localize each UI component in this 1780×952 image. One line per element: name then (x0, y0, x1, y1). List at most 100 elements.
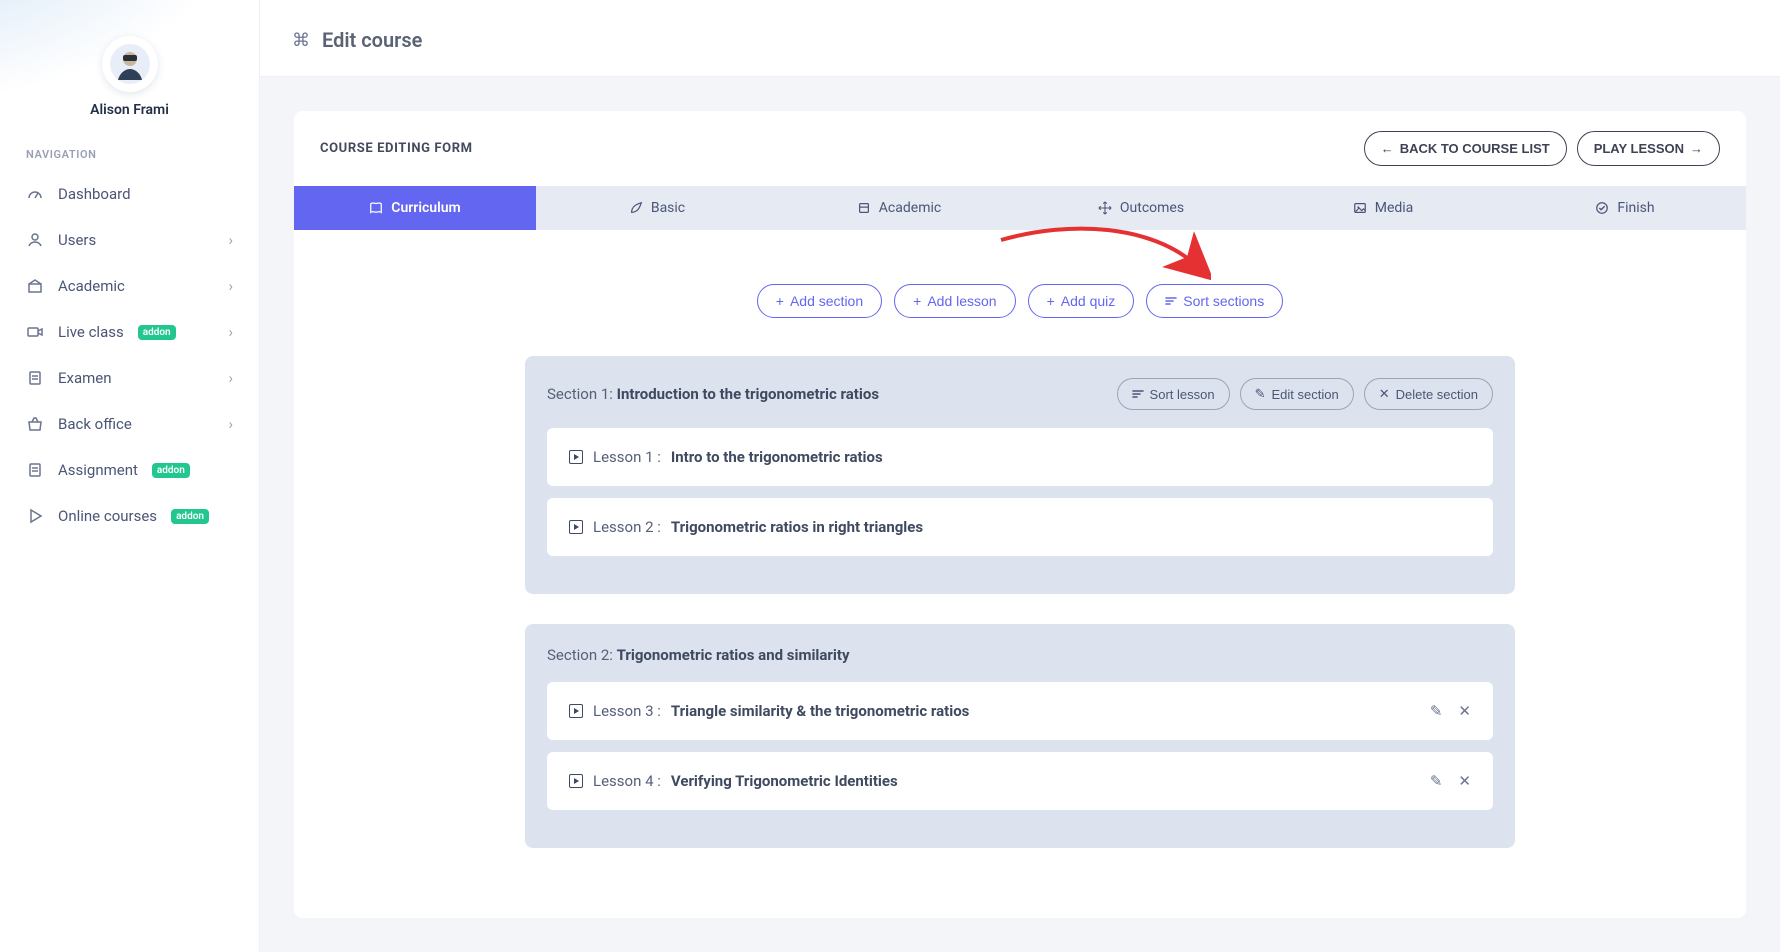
tab-label: Academic (879, 200, 941, 216)
edit-section-button[interactable]: ✎Edit section (1240, 378, 1354, 410)
sidebar-item-examen[interactable]: Examen› (0, 355, 259, 401)
command-icon: ⌘ (292, 30, 310, 51)
sidebar-item-assignment[interactable]: Assignment addon (0, 447, 259, 493)
nav-item-label: Online courses (58, 507, 157, 525)
lesson-prefix: Lesson 4 : (593, 772, 661, 790)
content-panel: + Add section + Add lesson + Add quiz So… (294, 230, 1746, 918)
play-icon (569, 520, 583, 534)
sidebar-item-live-class[interactable]: Live classaddon› (0, 309, 259, 355)
form-title: COURSE EDITING FORM (320, 141, 473, 156)
sidebar-item-dashboard[interactable]: Dashboard (0, 171, 259, 217)
lesson-title: Verifying Trigonometric Identities (671, 772, 898, 790)
tab-label: Curriculum (391, 200, 460, 216)
plus-icon: + (776, 293, 784, 309)
section-card: Section 1: Introduction to the trigonome… (525, 356, 1515, 594)
play-label: PLAY LESSON (1594, 141, 1684, 156)
chevron-right-icon: › (228, 277, 233, 295)
add-lesson-label: Add lesson (927, 293, 996, 309)
nav-item-label: Assignment (58, 461, 138, 479)
user-name: Alison Frami (90, 102, 169, 118)
tab-label: Outcomes (1120, 200, 1184, 216)
section-title: Section 1: Introduction to the trigonome… (547, 385, 879, 403)
lesson-row[interactable]: Lesson 2 : Trigonometric ratios in right… (547, 498, 1493, 556)
add-section-label: Add section (790, 293, 863, 309)
leaf-icon (629, 201, 643, 215)
section-card: Section 2: Trigonometric ratios and simi… (525, 624, 1515, 848)
back-to-course-list-button[interactable]: ← BACK TO COURSE LIST (1364, 131, 1567, 166)
add-quiz-button[interactable]: + Add quiz (1028, 284, 1135, 318)
edit-lesson-icon[interactable]: ✎ (1430, 702, 1443, 720)
arrow-right-icon: → (1690, 141, 1703, 156)
addon-badge: addon (171, 509, 209, 524)
play-icon (569, 774, 583, 788)
edit-lesson-icon[interactable]: ✎ (1430, 772, 1443, 790)
sort-sections-button[interactable]: Sort sections (1146, 284, 1283, 318)
arrow-left-icon: ← (1381, 141, 1394, 156)
lesson-title: Trigonometric ratios in right triangles (671, 518, 923, 536)
section-title: Section 2: Trigonometric ratios and simi… (547, 646, 850, 664)
play-icon (569, 704, 583, 718)
sort-icon (1165, 295, 1177, 307)
add-quiz-label: Add quiz (1061, 293, 1115, 309)
delete-lesson-icon[interactable]: ✕ (1458, 772, 1471, 790)
image-icon (1353, 201, 1367, 215)
sidebar-item-online-courses[interactable]: Online courses addon (0, 493, 259, 539)
addon-badge: addon (152, 463, 190, 478)
main: ⌘ Edit course COURSE EDITING FORM ← BACK… (260, 0, 1780, 952)
add-section-button[interactable]: + Add section (757, 284, 882, 318)
basket-icon (26, 416, 44, 432)
nav-section-label: NAVIGATION (0, 130, 259, 171)
lesson-row[interactable]: Lesson 4 : Verifying Trigonometric Ident… (547, 752, 1493, 810)
lesson-row[interactable]: Lesson 3 : Triangle similarity & the tri… (547, 682, 1493, 740)
curriculum-action-row: + Add section + Add lesson + Add quiz So… (320, 284, 1720, 318)
lesson-title: Triangle similarity & the trigonometric … (671, 702, 970, 720)
tab-media[interactable]: Media (1262, 186, 1504, 230)
building-icon (26, 278, 44, 294)
book-open-icon (369, 201, 383, 215)
tab-label: Media (1375, 200, 1414, 216)
sidebar-item-back-office[interactable]: Back office› (0, 401, 259, 447)
sort-lesson-button[interactable]: Sort lesson (1117, 378, 1230, 410)
layers-icon (857, 201, 871, 215)
close-icon: ✕ (1379, 386, 1390, 402)
sidebar-item-academic[interactable]: Academic› (0, 263, 259, 309)
play-icon (569, 450, 583, 464)
video-icon (26, 324, 44, 340)
tab-academic[interactable]: Academic (778, 186, 1020, 230)
nav-item-label: Examen (58, 369, 112, 387)
nav-item-label: Live class (58, 323, 124, 341)
tab-label: Basic (651, 200, 685, 216)
play-lesson-button[interactable]: PLAY LESSON → (1577, 131, 1720, 166)
sidebar-profile: Alison Frami (0, 0, 259, 130)
back-label: BACK TO COURSE LIST (1400, 141, 1550, 156)
sub-header: COURSE EDITING FORM ← BACK TO COURSE LIS… (294, 111, 1746, 186)
play-icon (26, 508, 44, 524)
tab-label: Finish (1617, 200, 1654, 216)
edit-section-label: Edit section (1272, 387, 1339, 402)
avatar-image (110, 44, 150, 84)
chevron-right-icon: › (228, 415, 233, 433)
tab-outcomes[interactable]: Outcomes (1020, 186, 1262, 230)
delete-lesson-icon[interactable]: ✕ (1458, 702, 1471, 720)
add-lesson-button[interactable]: + Add lesson (894, 284, 1015, 318)
sort-sections-label: Sort sections (1183, 293, 1264, 309)
tab-finish[interactable]: Finish (1504, 186, 1746, 230)
lesson-row[interactable]: Lesson 1 : Intro to the trigonometric ra… (547, 428, 1493, 486)
sidebar: Alison Frami NAVIGATION DashboardUsers›A… (0, 0, 260, 952)
lesson-prefix: Lesson 2 : (593, 518, 661, 536)
tab-basic[interactable]: Basic (536, 186, 778, 230)
nav-item-label: Users (58, 231, 96, 249)
sidebar-item-users[interactable]: Users › (0, 217, 259, 263)
sort-icon (1132, 388, 1144, 400)
delete-section-button[interactable]: ✕ Delete section (1364, 378, 1493, 410)
page-header: ⌘ Edit course (260, 0, 1780, 77)
move-icon (1098, 201, 1112, 215)
nav-item-label: Dashboard (58, 185, 131, 203)
lesson-prefix: Lesson 1 : (593, 448, 661, 466)
chevron-right-icon: › (228, 231, 233, 249)
delete-section-label: Delete section (1396, 387, 1478, 402)
gauge-icon (26, 186, 44, 202)
avatar[interactable] (102, 36, 158, 92)
plus-icon: + (913, 293, 921, 309)
tab-curriculum[interactable]: Curriculum (294, 186, 536, 230)
